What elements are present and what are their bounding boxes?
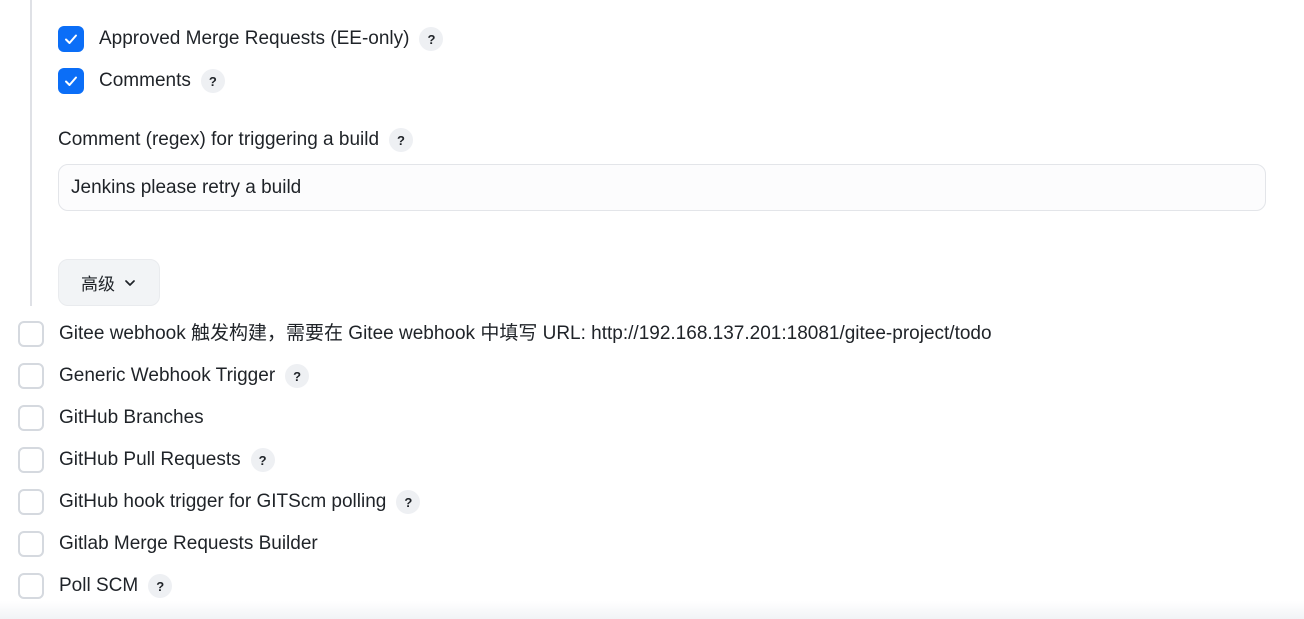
advanced-button-label: 高级 [81,275,115,295]
advanced-button[interactable]: 高级 [58,259,160,306]
trigger-github-hook-row: GitHub hook trigger for GITScm polling ? [18,488,421,516]
nested-options-guide-line [30,0,32,306]
approved-merge-requests-row: Approved Merge Requests (EE-only) ? [58,25,444,53]
bottom-fade [0,601,1304,619]
trigger-gitee-webhook-row: Gitee webhook 触发构建，需要在 Gitee webhook 中填写… [18,320,992,348]
gitlab-merge-requests-builder-checkbox[interactable] [18,531,44,557]
comment-regex-label-row: Comment (regex) for triggering a build ? [58,126,414,154]
help-icon[interactable]: ? [148,574,173,598]
help-icon[interactable]: ? [389,128,414,152]
help-icon[interactable]: ? [396,490,421,514]
help-icon[interactable]: ? [250,448,275,472]
github-branches-label: GitHub Branches [59,407,204,428]
poll-scm-label: Poll SCM [59,575,139,596]
help-icon[interactable]: ? [200,69,225,93]
poll-scm-checkbox[interactable] [18,573,44,599]
comments-checkbox[interactable] [58,68,84,94]
trigger-github-branches-row: GitHub Branches [18,404,204,432]
approved-merge-requests-label: Approved Merge Requests (EE-only) [99,28,410,49]
github-pull-requests-checkbox[interactable] [18,447,44,473]
chevron-down-icon [125,279,135,286]
gitee-webhook-label: Gitee webhook 触发构建，需要在 Gitee webhook 中填写… [59,323,992,344]
github-pull-requests-label: GitHub Pull Requests [59,449,241,470]
generic-webhook-trigger-label: Generic Webhook Trigger [59,365,276,386]
gitlab-merge-requests-builder-label: Gitlab Merge Requests Builder [59,533,318,554]
gitee-webhook-checkbox[interactable] [18,321,44,347]
build-triggers-section: Approved Merge Requests (EE-only) ? Comm… [0,0,1304,619]
checkmark-icon [65,76,77,86]
comments-label: Comments [99,70,191,91]
comment-regex-label: Comment (regex) for triggering a build [58,129,380,150]
help-icon[interactable]: ? [285,364,310,388]
github-hook-trigger-checkbox[interactable] [18,489,44,515]
comment-regex-input[interactable] [58,164,1266,211]
comments-row: Comments ? [58,67,225,95]
generic-webhook-trigger-checkbox[interactable] [18,363,44,389]
trigger-generic-webhook-row: Generic Webhook Trigger ? [18,362,310,390]
help-icon[interactable]: ? [419,27,444,51]
checkmark-icon [65,34,77,44]
approved-merge-requests-checkbox[interactable] [58,26,84,52]
github-hook-trigger-label: GitHub hook trigger for GITScm polling [59,491,387,512]
trigger-gitlab-merge-requests-row: Gitlab Merge Requests Builder [18,530,318,558]
github-branches-checkbox[interactable] [18,405,44,431]
trigger-poll-scm-row: Poll SCM ? [18,572,173,600]
trigger-github-pull-requests-row: GitHub Pull Requests ? [18,446,275,474]
